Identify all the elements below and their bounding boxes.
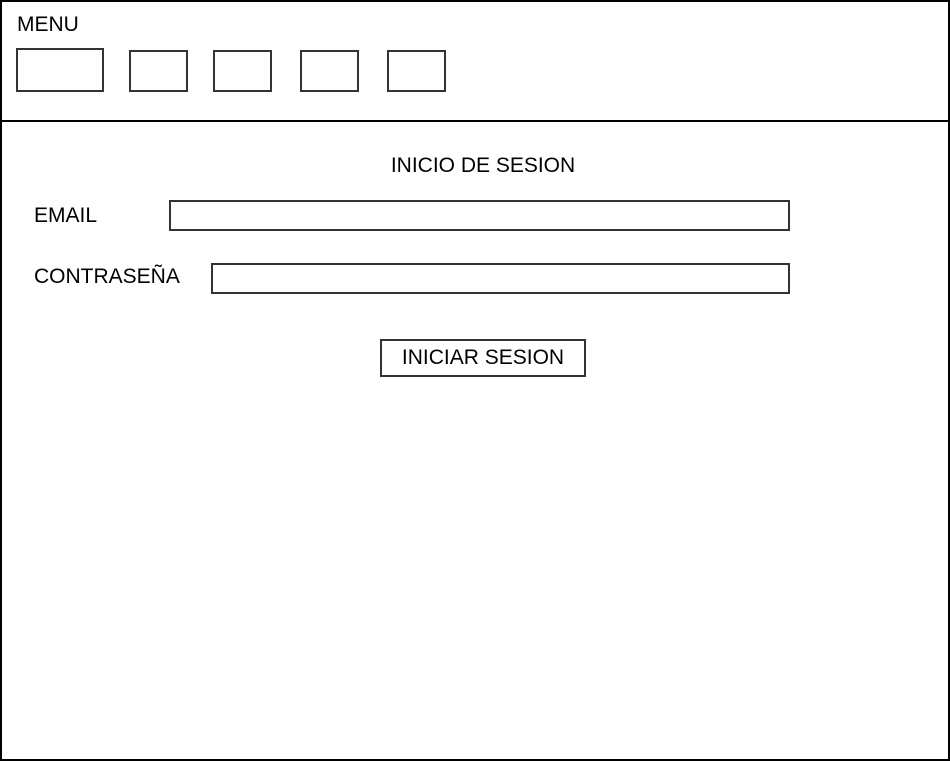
page-title: INICIO DE SESION [390, 154, 576, 177]
menu-item-3[interactable] [213, 50, 272, 92]
menu-item-4[interactable] [300, 50, 359, 92]
password-label: CONTRASEÑA [34, 265, 180, 288]
email-field[interactable] [169, 200, 790, 231]
email-label: EMAIL [34, 204, 98, 227]
window-frame [0, 0, 950, 761]
header-divider [0, 120, 950, 122]
login-button[interactable]: INICIAR SESION [380, 339, 586, 377]
menu-item-1[interactable] [16, 48, 104, 92]
menu-item-2[interactable] [129, 50, 188, 92]
menu-label: MENU [17, 13, 79, 36]
menu-item-5[interactable] [387, 50, 446, 92]
password-field[interactable] [211, 263, 790, 294]
